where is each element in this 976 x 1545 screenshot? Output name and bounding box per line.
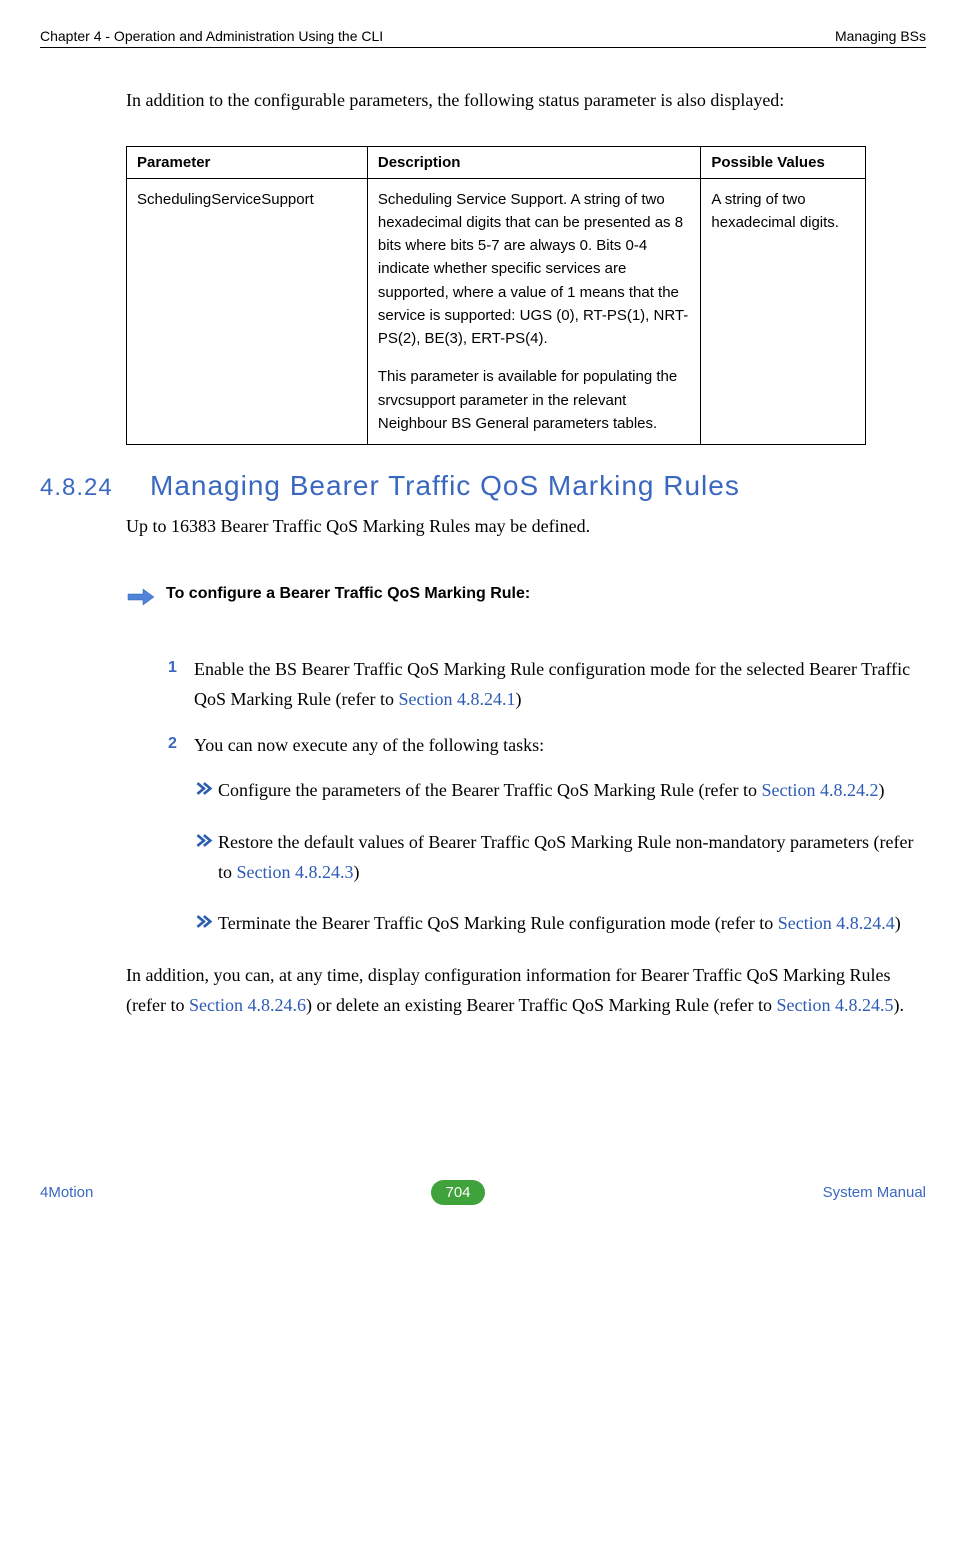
chevron-right-icon <box>194 914 218 929</box>
section-heading: 4.8.24 Managing Bearer Traffic QoS Marki… <box>40 470 926 502</box>
section-number: 4.8.24 <box>40 474 150 502</box>
arrow-right-icon <box>126 587 156 607</box>
th-possible-values: Possible Values <box>701 146 866 178</box>
text-frag: ) <box>515 689 521 709</box>
page-footer: 4Motion 704 System Manual <box>40 1180 926 1205</box>
configure-callout: To configure a Bearer Traffic QoS Markin… <box>126 585 926 607</box>
configure-label: To configure a Bearer Traffic QoS Markin… <box>166 585 530 603</box>
footer-left: 4Motion <box>40 1184 93 1201</box>
page-header: Chapter 4 - Operation and Administration… <box>40 28 926 48</box>
section-link[interactable]: Section 4.8.24.3 <box>237 862 354 882</box>
substep-text: Terminate the Bearer Traffic QoS Marking… <box>218 909 901 939</box>
header-right: Managing BSs <box>835 28 926 44</box>
header-left: Chapter 4 - Operation and Administration… <box>40 28 383 44</box>
text-frag: ) <box>895 913 901 933</box>
text-frag: ) <box>354 862 360 882</box>
text-frag: Enable the BS Bearer Traffic QoS Marking… <box>194 659 910 709</box>
section-link[interactable]: Section 4.8.24.4 <box>778 913 895 933</box>
step-text: Enable the BS Bearer Traffic QoS Marking… <box>194 655 926 714</box>
desc-paragraph-2: This parameter is available for populati… <box>378 365 691 435</box>
text-frag: Terminate the Bearer Traffic QoS Marking… <box>218 913 778 933</box>
substep-item: Terminate the Bearer Traffic QoS Marking… <box>194 909 926 939</box>
td-description: Scheduling Service Support. A string of … <box>367 178 701 445</box>
intro-text: In addition to the configurable paramete… <box>126 86 926 116</box>
step-number: 2 <box>168 731 194 761</box>
td-possible-values: A string of two hexadecimal digits. <box>701 178 866 445</box>
section-link[interactable]: Section 4.8.24.2 <box>762 780 879 800</box>
page-number-badge: 704 <box>431 1180 484 1205</box>
desc-paragraph-1: Scheduling Service Support. A string of … <box>378 188 691 351</box>
step-text: You can now execute any of the following… <box>194 731 544 761</box>
chevron-right-icon <box>194 781 218 796</box>
footer-right: System Manual <box>823 1184 926 1201</box>
text-frag: ) <box>879 780 885 800</box>
section-link[interactable]: Section 4.8.24.1 <box>398 689 515 709</box>
table-row: SchedulingServiceSupport Scheduling Serv… <box>127 178 866 445</box>
substep-text: Restore the default values of Bearer Tra… <box>218 828 926 887</box>
section-link[interactable]: Section 4.8.24.5 <box>777 995 894 1015</box>
table-header-row: Parameter Description Possible Values <box>127 146 866 178</box>
section-link[interactable]: Section 4.8.24.6 <box>189 995 306 1015</box>
step-item: 2 You can now execute any of the followi… <box>168 731 926 761</box>
substep-item: Restore the default values of Bearer Tra… <box>194 828 926 887</box>
substep-text: Configure the parameters of the Bearer T… <box>218 776 885 806</box>
text-frag: ) or delete an existing Bearer Traffic Q… <box>306 995 777 1015</box>
text-frag: Configure the parameters of the Bearer T… <box>218 780 762 800</box>
step-number: 1 <box>168 655 194 714</box>
closing-paragraph: In addition, you can, at any time, displ… <box>126 961 926 1020</box>
th-parameter: Parameter <box>127 146 368 178</box>
parameter-table: Parameter Description Possible Values Sc… <box>126 146 866 446</box>
td-parameter: SchedulingServiceSupport <box>127 178 368 445</box>
steps-list: 1 Enable the BS Bearer Traffic QoS Marki… <box>168 655 926 760</box>
section-title: Managing Bearer Traffic QoS Marking Rule… <box>150 470 740 502</box>
step-item: 1 Enable the BS Bearer Traffic QoS Marki… <box>168 655 926 714</box>
text-frag: ). <box>894 995 905 1015</box>
th-description: Description <box>367 146 701 178</box>
chevron-right-icon <box>194 833 218 848</box>
section-body: Up to 16383 Bearer Traffic QoS Marking R… <box>126 516 926 537</box>
substep-item: Configure the parameters of the Bearer T… <box>194 776 926 806</box>
substeps-list: Configure the parameters of the Bearer T… <box>194 776 926 939</box>
